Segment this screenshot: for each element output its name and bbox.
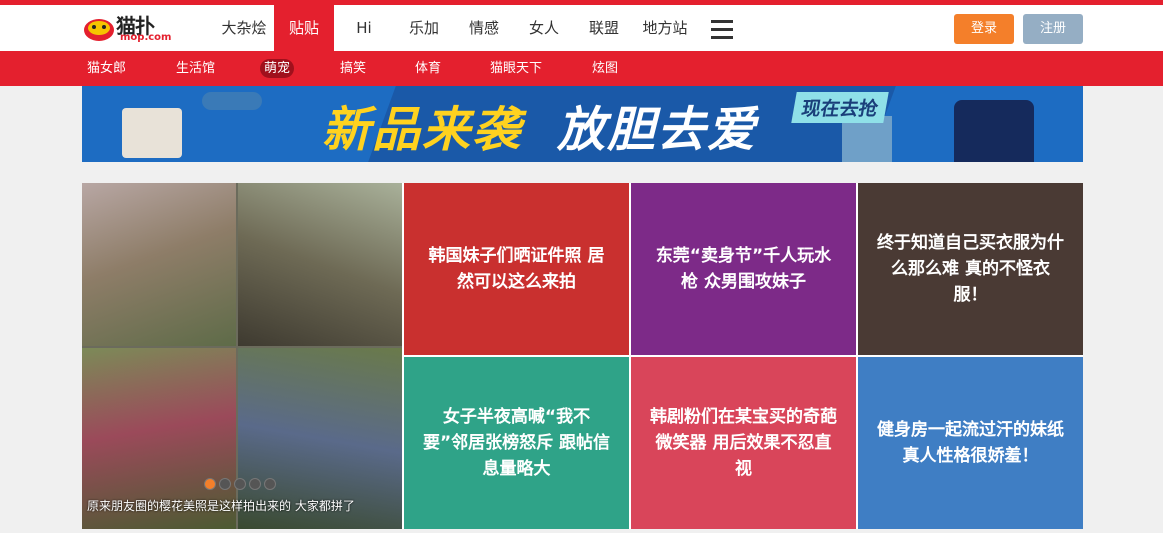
nav-item-difangzhan[interactable]: 地方站 — [636, 5, 694, 51]
cat-logo-icon — [84, 19, 114, 41]
subnav-item-gaoxiao[interactable]: 搞笑 — [340, 59, 366, 78]
article-tile[interactable]: 韩剧粉们在某宝买的奇葩微笑器 用后效果不忍直视 — [631, 357, 856, 529]
nav-item-lianmeng[interactable]: 联盟 — [580, 5, 628, 51]
nav-item-lejia[interactable]: 乐加 — [400, 5, 448, 51]
feature-caption[interactable]: 原来朋友圈的樱花美照是这样拍出来的 大家都拼了 — [87, 497, 355, 514]
login-button[interactable]: 登录 — [954, 14, 1014, 44]
article-tile[interactable]: 终于知道自己买衣服为什么那么难 真的不怪衣服！ — [858, 183, 1083, 355]
tile-title: 韩国妹子们晒证件照 居然可以这么来拍 — [428, 246, 605, 292]
tile-title: 终于知道自己买衣服为什么那么难 真的不怪衣服！ — [877, 233, 1064, 305]
slider-dot[interactable] — [204, 478, 216, 490]
nav-item-nvren[interactable]: 女人 — [520, 5, 568, 51]
slider-dot[interactable] — [219, 478, 231, 490]
slider-dots — [204, 475, 279, 494]
logo-sub: mop.com — [120, 32, 172, 43]
promo-banner[interactable]: 新品来袭 放胆去爱 现在去抢 — [82, 86, 1083, 162]
slider-dot[interactable] — [264, 478, 276, 490]
article-tile[interactable]: 女子半夜高喊“我不要”邻居张榜怒斥 跟帖信息量略大 — [404, 357, 629, 529]
handbag-image — [122, 108, 182, 158]
nav-item-dazahui[interactable]: 大杂烩 — [214, 5, 274, 51]
nav-item-qinggan[interactable]: 情感 — [460, 5, 508, 51]
tile-title: 韩剧粉们在某宝买的奇葩微笑器 用后效果不忍直视 — [650, 407, 837, 479]
nav-item-tietie[interactable]: 贴贴 — [274, 5, 334, 51]
article-tile[interactable]: 东莞“卖身节”千人玩水枪 众男围攻妹子 — [631, 183, 856, 355]
subnav-item-maoyantianxia[interactable]: 猫眼天下 — [490, 59, 542, 78]
feature-photo — [238, 183, 402, 346]
slider-dot[interactable] — [234, 478, 246, 490]
tile-title: 健身房一起流过汗的妹纸 真人性格很娇羞！ — [877, 420, 1064, 466]
shoe-image — [202, 92, 262, 110]
banner-title-love: 放胆去爱 — [557, 102, 758, 158]
nav-item-hi[interactable]: Hi — [344, 5, 384, 51]
photo-grid: 原来朋友圈的樱花美照是这样拍出来的 大家都拼了 韩国妹子们晒证件照 居然可以这么… — [82, 183, 1083, 529]
feature-slider[interactable]: 原来朋友圈的樱花美照是这样拍出来的 大家都拼了 — [82, 183, 402, 529]
site-logo[interactable]: 猫扑 mop.com — [82, 10, 182, 46]
tile-title: 东莞“卖身节”千人玩水枪 众男围攻妹子 — [655, 246, 832, 292]
subnav-item-mengchong[interactable]: 萌宠 — [260, 59, 295, 78]
subnav-item-xuantu[interactable]: 炫图 — [592, 59, 618, 78]
tile-title: 女子半夜高喊“我不要”邻居张榜怒斥 跟帖信息量略大 — [422, 407, 611, 479]
banner-title-new: 新品来袭 — [322, 102, 523, 158]
slider-dot[interactable] — [249, 478, 261, 490]
sub-navigation: 猫女郎 生活馆 萌宠 搞笑 体育 猫眼天下 炫图 — [0, 51, 1163, 86]
feature-photo — [82, 183, 236, 346]
banner-cta[interactable]: 现在去抢 — [791, 92, 889, 123]
article-tile[interactable]: 韩国妹子们晒证件照 居然可以这么来拍 — [404, 183, 629, 355]
subnav-item-maonvlang[interactable]: 猫女郎 — [87, 59, 126, 78]
shirt-image — [954, 100, 1034, 162]
subnav-item-tiyu[interactable]: 体育 — [415, 59, 441, 78]
article-tile[interactable]: 健身房一起流过汗的妹纸 真人性格很娇羞！ — [858, 357, 1083, 529]
register-button[interactable]: 注册 — [1023, 14, 1083, 44]
subnav-item-shenghuoguan[interactable]: 生活馆 — [176, 59, 215, 78]
menu-icon[interactable] — [711, 20, 733, 40]
